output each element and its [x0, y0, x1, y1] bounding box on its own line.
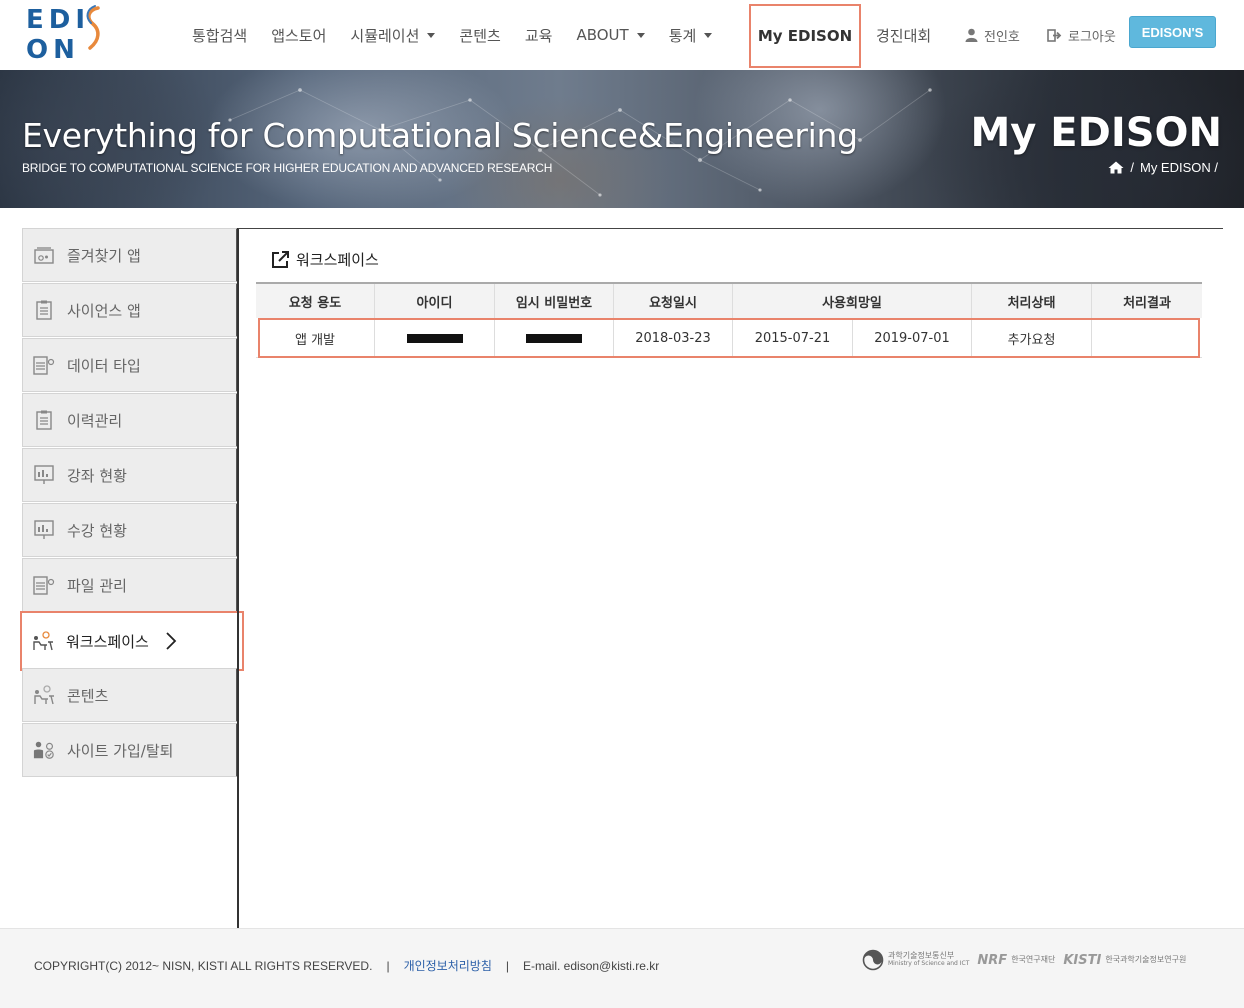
- logo-s-swoosh-icon: [86, 5, 100, 50]
- column-header: 처리결과: [1123, 295, 1171, 311]
- cell-result: [1092, 318, 1202, 358]
- column-header: 요청일시: [614, 284, 733, 318]
- cell-purpose: 앱 개발: [256, 318, 375, 358]
- column-header: 임시 비밀번호: [495, 284, 614, 318]
- banner-subtitle: BRIDGE TO COMPUTATIONAL SCIENCE FOR HIGH…: [22, 161, 553, 175]
- caret-down-icon: [704, 32, 713, 38]
- bookmark-app-icon: [33, 244, 55, 266]
- user-icon: [965, 28, 978, 42]
- nav-item-search[interactable]: 통합검색: [180, 0, 259, 70]
- privacy-policy-link[interactable]: 개인정보처리방침: [404, 957, 492, 974]
- nav-item-contest[interactable]: 경진대회: [876, 0, 931, 70]
- redacted-id: [406, 333, 463, 343]
- copyright-text: COPYRIGHT(C) 2012~ NISN, KISTI ALL RIGHT…: [34, 958, 373, 973]
- nav-item-simulation[interactable]: 시뮬레이션: [338, 0, 447, 70]
- breadcrumb: / My EDISON /: [1108, 160, 1218, 175]
- document-icon: [33, 299, 55, 321]
- sidebar-item-course-status[interactable]: 강좌 현황: [22, 448, 238, 502]
- sign-out-icon: [1047, 28, 1062, 42]
- table-row[interactable]: 앱 개발 2018-03-23 2015-07-21 2019-07-01 추가…: [256, 318, 1202, 358]
- chevron-right-icon: [166, 632, 177, 650]
- edison-logo[interactable]: EDION: [26, 5, 150, 65]
- section-title: 워크스페이스: [270, 249, 379, 270]
- column-header: 아이디: [375, 284, 495, 318]
- footer: COPYRIGHT(C) 2012~ NISN, KISTI ALL RIGHT…: [0, 928, 1244, 1008]
- nav-item-my-edison[interactable]: My EDISON: [749, 4, 861, 68]
- top-navbar: EDION 통합검색 앱스토어 시뮬레이션 콘텐츠 교육 ABOUT 통계 My…: [0, 0, 1244, 70]
- cell-use-end: 2019-07-01: [853, 318, 972, 358]
- cell-request-date: 2018-03-23: [614, 318, 733, 358]
- document-icon: [33, 409, 55, 431]
- user-join-icon: [33, 739, 55, 761]
- column-header: 요청 용도: [256, 284, 375, 318]
- sidebar-item-science-apps[interactable]: 사이언스 앱: [22, 283, 238, 337]
- sidebar-item-history[interactable]: 이력관리: [22, 393, 238, 447]
- data-type-icon: [33, 354, 55, 376]
- user-profile-link[interactable]: 전인호: [965, 0, 1020, 70]
- workspace-icon: [33, 684, 55, 706]
- cell-use-start: 2015-07-21: [733, 318, 853, 358]
- cell-id: [375, 318, 495, 358]
- sidebar-item-file-manage[interactable]: 파일 관리: [22, 558, 238, 612]
- msit-logo[interactable]: 과학기술정보통신부 Ministry of Science and ICT: [862, 949, 969, 971]
- nav-item-appstore[interactable]: 앱스토어: [259, 0, 338, 70]
- banner-title: Everything for Computational Science&Eng…: [22, 116, 858, 155]
- cell-status: 추가요청: [972, 318, 1092, 358]
- breadcrumb-separator: /: [1130, 160, 1134, 175]
- footer-separator: |: [505, 958, 510, 973]
- sidebar-item-enrollment-status[interactable]: 수강 현황: [22, 503, 238, 557]
- email-text: E-mail. edison@kisti.re.kr: [523, 958, 660, 973]
- file-manage-icon: [33, 574, 55, 596]
- table-header: 요청 용도 아이디 임시 비밀번호 요청일시 사용희망일 처리상태 처리결과: [256, 282, 1202, 318]
- partner-logos: 과학기술정보통신부 Ministry of Science and ICT NRF…: [862, 949, 1186, 971]
- nav-item-education[interactable]: 교육: [513, 0, 565, 70]
- main-menu: 통합검색 앱스토어 시뮬레이션 콘텐츠 교육 ABOUT 통계: [180, 0, 724, 70]
- sidebar-item-data-type[interactable]: 데이터 타입: [22, 338, 238, 392]
- footer-separator: |: [386, 958, 390, 973]
- content-divider: [237, 228, 239, 928]
- content-top-border: [238, 228, 1223, 229]
- sidebar-item-favorite-apps[interactable]: 즐겨찾기 앱: [22, 228, 238, 282]
- chart-icon: [33, 519, 55, 541]
- caret-down-icon: [427, 32, 436, 38]
- column-header: 처리상태: [972, 284, 1092, 318]
- breadcrumb-current[interactable]: My EDISON /: [1140, 160, 1218, 175]
- home-icon[interactable]: [1108, 161, 1124, 174]
- column-header: 사용희망일: [733, 284, 972, 318]
- footer-text: COPYRIGHT(C) 2012~ NISN, KISTI ALL RIGHT…: [34, 957, 659, 974]
- external-link-icon: [272, 250, 289, 268]
- kisti-logo[interactable]: KISTI 한국과학기술정보연구원: [1063, 953, 1186, 968]
- page-title: My EDISON: [970, 110, 1222, 156]
- edisons-button[interactable]: EDISON'S: [1129, 16, 1216, 48]
- taegeuk-icon: [862, 949, 884, 971]
- sidebar-item-contents[interactable]: 콘텐츠: [22, 668, 238, 722]
- sidebar-item-site-join-leave[interactable]: 사이트 가입/탈퇴: [22, 723, 238, 777]
- nav-item-statistics[interactable]: 통계: [657, 0, 725, 70]
- page-banner: Everything for Computational Science&Eng…: [0, 70, 1244, 208]
- logout-link[interactable]: 로그아웃: [1047, 0, 1116, 70]
- nrf-logo[interactable]: NRF 한국연구재단: [977, 953, 1055, 968]
- nav-item-contents[interactable]: 콘텐츠: [447, 0, 512, 70]
- cell-temp-password: [495, 318, 614, 358]
- redacted-password: [526, 333, 582, 343]
- caret-down-icon: [636, 32, 645, 38]
- chart-icon: [33, 464, 55, 486]
- workspace-icon: [32, 630, 54, 652]
- sidebar-item-workspace[interactable]: 워크스페이스: [20, 611, 244, 671]
- nav-item-about[interactable]: ABOUT: [564, 0, 656, 70]
